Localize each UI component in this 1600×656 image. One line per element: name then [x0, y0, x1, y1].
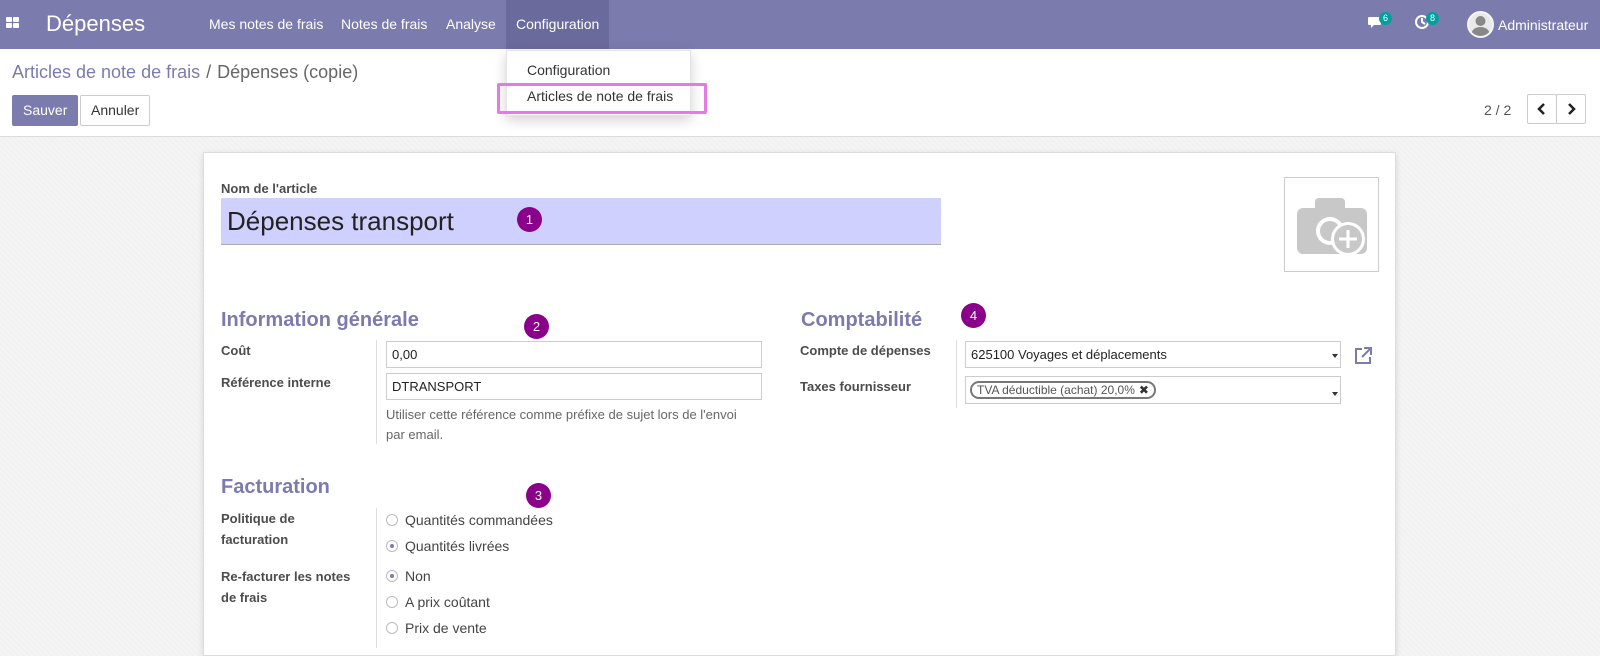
name-label: Nom de l'article [221, 181, 318, 196]
messages-badge: 6 [1379, 12, 1393, 25]
radio-label: A prix coûtant [405, 594, 490, 610]
top-navbar: Dépenses Mes notes de frais Notes de fra… [0, 0, 1600, 49]
activities-badge: 8 [1426, 12, 1440, 25]
pager-next-button[interactable] [1556, 94, 1586, 124]
activities-icon[interactable]: 8 [1414, 12, 1440, 33]
menu-my-expenses[interactable]: Mes notes de frais [199, 0, 333, 49]
marker-3: 3 [526, 483, 551, 508]
tax-tag: TVA déductible (achat) 20,0% ✖ [970, 381, 1156, 399]
expense-account-select[interactable]: 625100 Voyages et déplacements [965, 341, 1341, 368]
menu-expense-reports[interactable]: Notes de frais [331, 0, 437, 49]
menu-configuration[interactable]: Configuration [506, 0, 610, 49]
radio-label: Quantités commandées [405, 512, 553, 528]
marker-4: 4 [961, 303, 986, 328]
highlight-box [497, 83, 707, 114]
breadcrumb-parent[interactable]: Articles de note de frais [12, 62, 200, 82]
internal-ref-help-line-1: Utiliser cette référence comme préfixe d… [386, 407, 737, 422]
product-image[interactable] [1284, 177, 1379, 272]
chevron-right-icon [1568, 103, 1576, 115]
control-panel: Articles de note de frais / Dépenses (copi… [0, 49, 1600, 137]
billing-title: Facturation [221, 476, 330, 498]
radio-dot [386, 514, 398, 526]
save-button[interactable]: Sauver [12, 95, 79, 126]
invoice-policy-label-line-2: facturation [221, 532, 289, 547]
messages-icon[interactable]: 6 [1367, 12, 1393, 33]
radio-label: Quantités livrées [405, 538, 510, 554]
billing-divider [376, 508, 377, 648]
caret-down-icon [1332, 392, 1338, 396]
cost-label: Coût [221, 343, 251, 358]
chevron-left-icon [1537, 103, 1545, 115]
user-name[interactable]: Administrateur [1498, 17, 1588, 33]
breadcrumb-separator: / [206, 62, 212, 82]
pager-previous-button[interactable] [1527, 94, 1557, 124]
radio-dot-checked [386, 540, 398, 552]
general-divider [376, 340, 377, 444]
internal-ref-input[interactable]: DTRANSPORT [386, 373, 762, 400]
radio-label: Non [405, 568, 431, 584]
radio-dot [386, 622, 398, 634]
tax-tag-label: TVA déductible (achat) 20,0% [977, 383, 1135, 397]
external-link-icon[interactable] [1353, 346, 1373, 369]
invoice-policy-label-line-1: Politique de [221, 511, 295, 526]
internal-ref-help-line-2: par email. [386, 427, 444, 442]
radio-dot [386, 596, 398, 608]
accounting-divider [956, 340, 957, 408]
app-brand[interactable]: Dépenses [46, 11, 145, 37]
dropdown-item-configuration[interactable]: Configuration [527, 62, 610, 78]
user-avatar[interactable] [1467, 11, 1494, 38]
remove-tag-icon[interactable]: ✖ [1139, 383, 1149, 397]
breadcrumb-current: Dépenses (copie) [217, 62, 359, 82]
marker-1: 1 [517, 207, 542, 232]
product-name-input[interactable]: Dépenses transport [221, 198, 941, 245]
marker-2: 2 [524, 314, 549, 339]
apps-menu-icon[interactable] [6, 17, 20, 31]
cost-input[interactable]: 0,00 [386, 341, 762, 368]
general-info-title: Information générale [221, 309, 419, 331]
accounting-title: Comptabilité [801, 309, 923, 331]
internal-ref-label: Référence interne [221, 375, 331, 390]
expense-account-value: 625100 Voyages et déplacements [971, 347, 1167, 362]
vendor-taxes-label: Taxes fournisseur [800, 379, 912, 394]
reinvoice-label-line-2: de frais [221, 590, 268, 605]
reinvoice-label-line-1: Re-facturer les notes [221, 569, 351, 584]
radio-label: Prix de vente [405, 620, 487, 636]
discard-button[interactable]: Annuler [80, 95, 151, 126]
expense-account-label: Compte de dépenses [800, 343, 931, 358]
pager-value: 2 / 2 [1484, 102, 1512, 118]
breadcrumb: Articles de note de frais / Dépenses (copi… [12, 62, 358, 83]
caret-down-icon [1332, 354, 1338, 358]
camera-plus-icon [1297, 198, 1367, 256]
menu-analysis[interactable]: Analyse [436, 0, 506, 49]
radio-dot-checked [386, 570, 398, 582]
